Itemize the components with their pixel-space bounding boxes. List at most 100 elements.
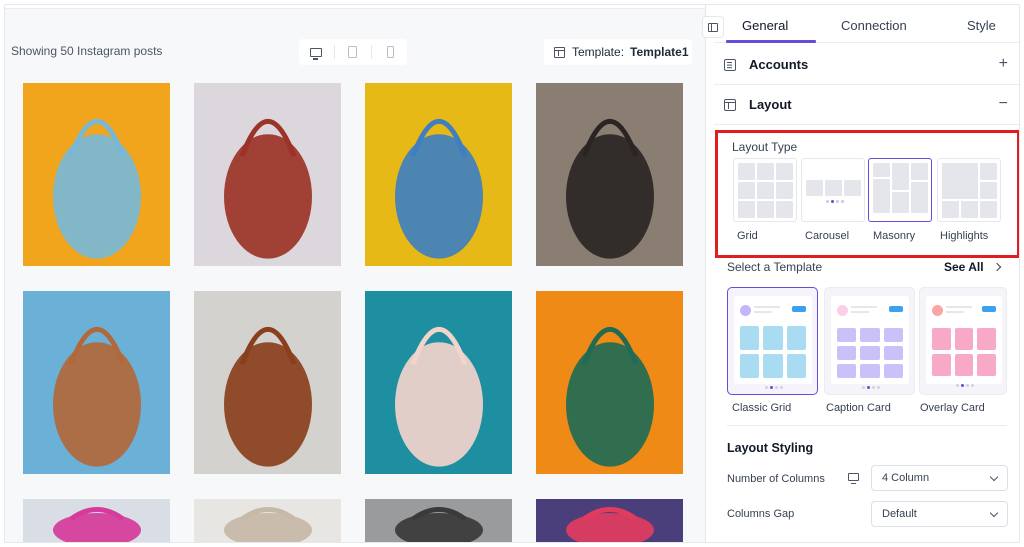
post-striped-bag[interactable]: [194, 83, 341, 266]
post-image: [536, 83, 683, 266]
text-line: [851, 306, 877, 308]
highlight-cell: [980, 182, 997, 199]
post-image: [23, 499, 170, 542]
post-blue-bag[interactable]: [23, 83, 170, 266]
template-cell: [763, 326, 783, 350]
gap-select[interactable]: Default: [871, 501, 1008, 527]
template-preview: [926, 296, 1002, 387]
carousel-dot: [841, 200, 844, 203]
post-image: [194, 83, 341, 266]
template-cell: [837, 364, 857, 378]
template-cell: [860, 346, 880, 360]
carousel-cell: [844, 180, 861, 196]
select-template-title: Select a Template: [727, 260, 823, 274]
desktop-view-button[interactable]: [301, 41, 331, 63]
template-card-caption-card[interactable]: [824, 287, 915, 395]
template-icon: [554, 46, 565, 58]
post-denim-bag[interactable]: [365, 83, 512, 266]
columns-value: 4 Column: [882, 472, 930, 484]
template-preview: [831, 296, 909, 389]
post-woven-bag[interactable]: [194, 291, 341, 474]
grid-cell: [738, 201, 755, 218]
pager-dot: [872, 386, 875, 389]
template-cell: [954, 354, 974, 376]
masonry-cell: [892, 163, 909, 190]
text-line: [754, 306, 780, 308]
text-line: [946, 306, 972, 308]
preview-area: Showing 50 Instagram posts Template: Tem…: [5, 5, 705, 542]
post-pink-top[interactable]: [23, 499, 170, 542]
active-tab-indicator: [726, 40, 816, 43]
tab-general[interactable]: General: [742, 18, 788, 33]
template-card-classic-grid[interactable]: [727, 287, 818, 395]
template-cell: [954, 328, 974, 350]
avatar: [932, 305, 943, 316]
template-cell: [932, 354, 951, 376]
accounts-section[interactable]: Accounts +: [714, 45, 1019, 85]
layout-label-carousel: Carousel: [805, 230, 850, 242]
grid-cell: [757, 201, 774, 218]
layout-option-masonry[interactable]: [868, 158, 932, 222]
gap-value: Default: [882, 508, 917, 520]
collapse-icon[interactable]: −: [999, 95, 1008, 113]
layout-option-grid[interactable]: [733, 158, 797, 222]
template-card-overlay-card[interactable]: [919, 287, 1007, 395]
avatar: [837, 305, 848, 316]
template-cell: [837, 346, 857, 360]
expand-icon[interactable]: +: [999, 55, 1008, 73]
pager-dot: [780, 386, 783, 389]
template-name: Template1: [630, 45, 689, 59]
post-woman-suitcase[interactable]: [365, 291, 512, 474]
template-cell: [977, 328, 996, 350]
layout-option-highlights[interactable]: [937, 158, 1001, 222]
layout-section[interactable]: Layout −: [714, 85, 1019, 125]
masonry-cell: [873, 163, 890, 177]
template-cell: [860, 328, 880, 342]
layout-option-carousel[interactable]: [801, 158, 865, 222]
settings-panel: General Connection Style Accounts + Layo…: [702, 5, 1019, 542]
post-woman-stripes[interactable]: [365, 499, 512, 542]
template-cell: [786, 354, 806, 378]
highlight-cell: [942, 163, 978, 199]
template-selector[interactable]: Template: Template1: [544, 39, 692, 65]
post-black-tote[interactable]: [536, 83, 683, 266]
tab-style[interactable]: Style: [967, 18, 996, 33]
desktop-icon[interactable]: [848, 473, 859, 484]
device-switcher: [299, 39, 407, 65]
follow-button: [792, 306, 806, 312]
pager-dot: [867, 386, 870, 389]
post-woman-pink[interactable]: [536, 499, 683, 542]
masonry-cell: [892, 192, 909, 213]
template-cell: [883, 346, 903, 360]
post-bag-partial[interactable]: [194, 499, 341, 542]
chevron-right-icon: [992, 262, 1001, 272]
template-cell: [740, 354, 760, 378]
layout-label-highlights: Highlights: [940, 230, 989, 242]
avatar: [740, 305, 751, 316]
template-cell: [786, 326, 806, 350]
pager-dot: [770, 386, 773, 389]
post-brown-crossbody[interactable]: [23, 291, 170, 474]
post-image: [23, 83, 170, 266]
post-woman-sunglasses[interactable]: [536, 291, 683, 474]
template-cell: [740, 326, 760, 350]
tablet-view-button[interactable]: [338, 41, 368, 63]
pager-dot: [956, 384, 959, 387]
mobile-icon: [386, 46, 394, 58]
grid-cell: [757, 182, 774, 199]
template-cell: [883, 328, 903, 342]
post-image: [536, 499, 683, 542]
pager-dot: [966, 384, 969, 387]
post-count-text: Showing 50 Instagram posts: [11, 44, 163, 58]
text-line: [851, 311, 869, 313]
layout-label-masonry: Masonry: [873, 230, 916, 242]
see-all-link[interactable]: See All: [944, 260, 1001, 274]
template-label-classic-grid: Classic Grid: [732, 402, 792, 414]
mobile-view-button[interactable]: [375, 41, 405, 63]
columns-select[interactable]: 4 Column: [871, 465, 1008, 491]
post-image: [536, 291, 683, 474]
carousel-dot: [831, 200, 834, 203]
tab-connection[interactable]: Connection: [841, 18, 907, 33]
accounts-icon: [724, 58, 736, 71]
carousel-dot: [826, 200, 829, 203]
